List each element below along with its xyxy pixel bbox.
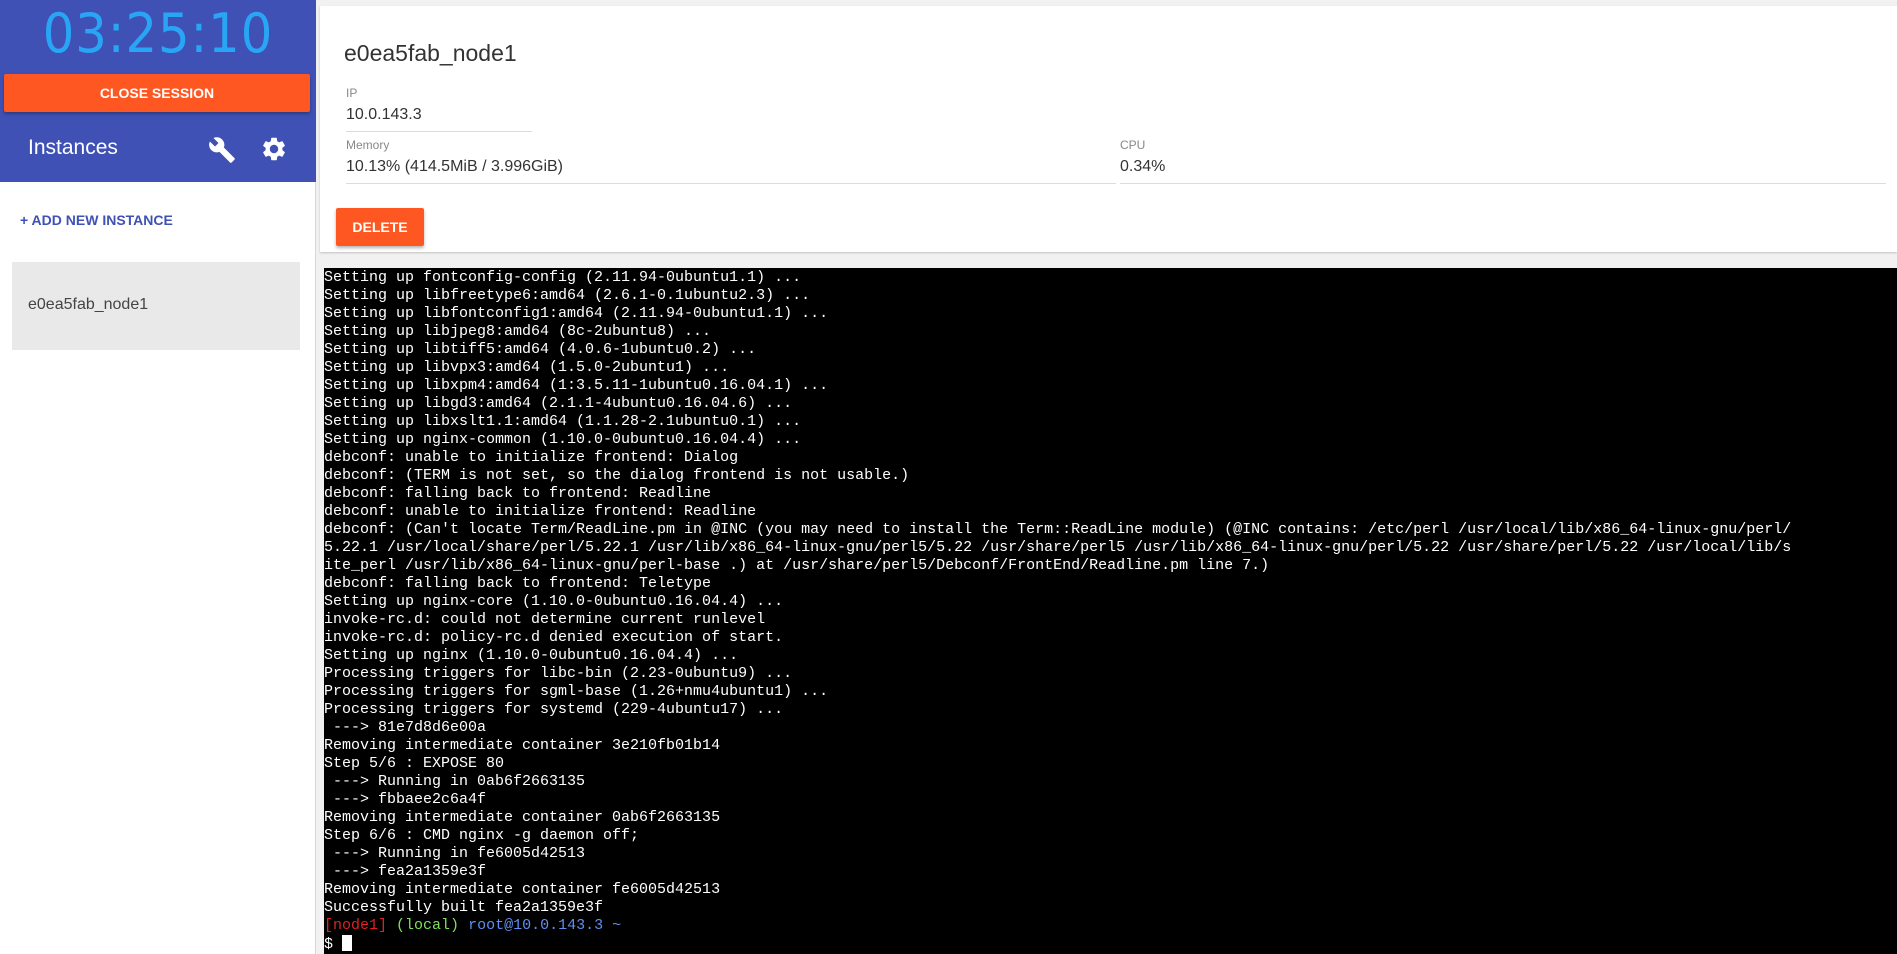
terminal-line: ---> fea2a1359e3f — [324, 863, 487, 880]
terminal-line: Removing intermediate container 3e210fb0… — [324, 737, 721, 754]
prompt-local-label: (local) — [396, 917, 460, 934]
terminal-line: Setting up libfreetype6:amd64 (2.6.1-0.1… — [324, 287, 811, 304]
terminal-line: debconf: (Can't locate Term/ReadLine.pm … — [324, 521, 1792, 538]
terminal-line: Successfully built fea2a1359e3f — [324, 899, 604, 916]
terminal-line: debconf: falling back to frontend: Telet… — [324, 575, 712, 592]
terminal-line: Setting up libvpx3:amd64 (1.5.0-2ubuntu1… — [324, 359, 730, 376]
ip-field[interactable]: 10.0.143.3 — [346, 106, 532, 132]
terminal-line: invoke-rc.d: policy-rc.d denied executio… — [324, 629, 784, 646]
prompt-node-label: [node1] — [324, 917, 388, 934]
prompt-user-label: root@10.0.143.3 ~ — [468, 917, 622, 934]
terminal-line: Setting up libfontconfig1:amd64 (2.11.94… — [324, 305, 829, 322]
terminal-line: debconf: (TERM is not set, so the dialog… — [324, 467, 910, 484]
cpu-label: CPU — [1120, 138, 1146, 152]
terminal-line: Removing intermediate container fe6005d4… — [324, 881, 721, 898]
terminal-line: Setting up libxpm4:amd64 (1:3.5.11-1ubun… — [324, 377, 829, 394]
instances-title: Instances — [28, 136, 118, 159]
terminal-line: Setting up fontconfig-config (2.11.94-0u… — [324, 269, 802, 286]
sidebar-header: 03:25:10 CLOSE SESSION Instances — [0, 0, 316, 182]
terminal-line: Setting up libjpeg8:amd64 (8c-2ubuntu8) … — [324, 323, 712, 340]
session-timer: 03:25:10 — [42, 2, 274, 65]
wrench-icon[interactable] — [208, 136, 236, 164]
terminal-line: Setting up libxslt1.1:amd64 (1.1.28-2.1u… — [324, 413, 802, 430]
add-new-instance-link[interactable]: + ADD NEW INSTANCE — [20, 212, 173, 228]
instance-title: e0ea5fab_node1 — [344, 40, 517, 66]
terminal[interactable]: Setting up fontconfig-config (2.11.94-0u… — [324, 268, 1897, 954]
terminal-line: debconf: unable to initialize frontend: … — [324, 449, 739, 466]
terminal-line: ---> fbbaee2c6a4f — [324, 791, 487, 808]
terminal-line: Setting up libgd3:amd64 (2.1.1-4ubuntu0.… — [324, 395, 793, 412]
close-session-button[interactable]: CLOSE SESSION — [4, 74, 310, 112]
terminal-line: debconf: unable to initialize frontend: … — [324, 503, 757, 520]
terminal-prompt-line: [node1] (local) root@10.0.143.3 ~ — [324, 917, 1897, 935]
terminal-line: Processing triggers for libc-bin (2.23-0… — [324, 665, 793, 682]
terminal-cursor — [342, 935, 353, 951]
terminal-line: Step 6/6 : CMD nginx -g daemon off; — [324, 827, 640, 844]
sidebar: 03:25:10 CLOSE SESSION Instances + ADD N… — [0, 0, 316, 954]
terminal-line: ---> Running in fe6005d42513 — [324, 845, 586, 862]
instance-details-card: e0ea5fab_node1 IP 10.0.143.3 Memory 10.1… — [320, 6, 1897, 252]
terminal-line: ---> 81e7d8d6e00a — [324, 719, 487, 736]
memory-label: Memory — [346, 138, 390, 152]
terminal-line: invoke-rc.d: could not determine current… — [324, 611, 766, 628]
terminal-line: Setting up nginx-core (1.10.0-0ubuntu0.1… — [324, 593, 784, 610]
terminal-line: Setting up nginx-common (1.10.0-0ubuntu0… — [324, 431, 802, 448]
delete-button[interactable]: DELETE — [336, 208, 424, 246]
terminal-line: ---> Running in 0ab6f2663135 — [324, 773, 586, 790]
terminal-line: Processing triggers for systemd (229-4ub… — [324, 701, 784, 718]
terminal-line: debconf: falling back to frontend: Readl… — [324, 485, 712, 502]
gear-icon[interactable] — [260, 135, 288, 163]
terminal-line: Removing intermediate container 0ab6f266… — [324, 809, 721, 826]
cpu-field: 0.34% — [1120, 158, 1886, 184]
prompt-symbol: $ — [324, 936, 343, 953]
terminal-line: Processing triggers for sgml-base (1.26+… — [324, 683, 829, 700]
terminal-line: ite_perl /usr/lib/x86_64-linux-gnu/perl-… — [324, 557, 1270, 574]
ip-label: IP — [346, 86, 358, 100]
memory-field: 10.13% (414.5MiB / 3.996GiB) — [346, 158, 1116, 184]
terminal-line: Setting up nginx (1.10.0-0ubuntu0.16.04.… — [324, 647, 739, 664]
instance-item-label: e0ea5fab_node1 — [28, 296, 149, 313]
terminal-line: Setting up libtiff5:amd64 (4.0.6-1ubuntu… — [324, 341, 757, 358]
terminal-input-line[interactable]: $ — [324, 935, 1897, 953]
sidebar-item-instance[interactable]: e0ea5fab_node1 — [12, 262, 300, 350]
terminal-line: Step 5/6 : EXPOSE 80 — [324, 755, 505, 772]
terminal-line: 5.22.1 /usr/local/share/perl/5.22.1 /usr… — [324, 539, 1792, 556]
